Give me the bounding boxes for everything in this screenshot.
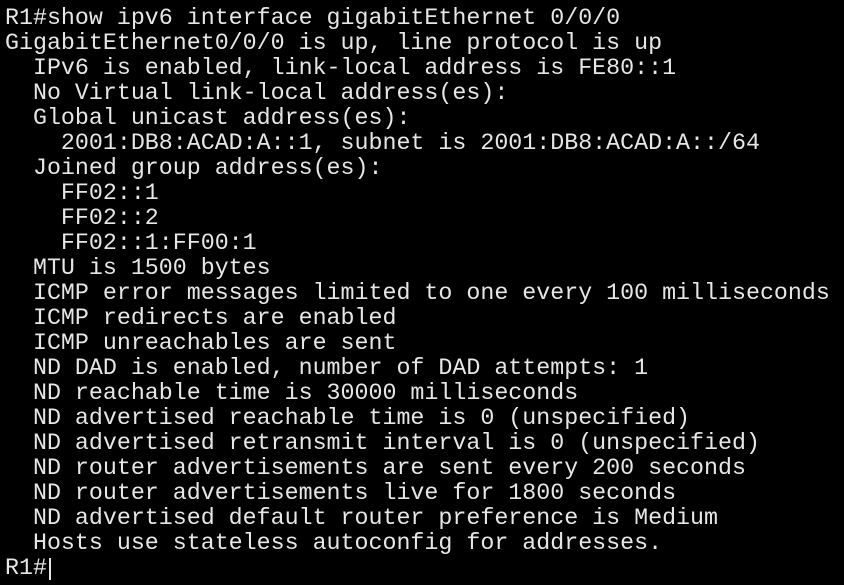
terminal-line-nd-retransmit: ND advertised retransmit interval is 0 (…	[5, 430, 760, 456]
terminal-line-mtu: MTU is 1500 bytes	[5, 255, 271, 281]
terminal-line-ipv6-enabled: IPv6 is enabled, link-local address is F…	[5, 55, 677, 81]
terminal-window[interactable]: R1#show ipv6 interface gigabitEthernet 0…	[0, 0, 844, 585]
terminal-line-hosts-autoconfig: Hosts use stateless autoconfig for addre…	[5, 530, 663, 556]
terminal-line-group-address: FF02::1	[5, 180, 159, 206]
terminal-line-global-unicast-address: 2001:DB8:ACAD:A::1, subnet is 2001:DB8:A…	[5, 130, 760, 156]
terminal-line-nd-reachable-time: ND reachable time is 30000 milliseconds	[5, 380, 579, 406]
terminal-line-icmp-unreachables: ICMP unreachables are sent	[5, 330, 397, 356]
terminal-prompt: R1#	[5, 555, 47, 581]
terminal-line-joined-group-header: Joined group address(es):	[5, 155, 383, 181]
terminal-line-command: R1#show ipv6 interface gigabitEthernet 0…	[5, 5, 621, 31]
terminal-line-nd-advertised-reachable: ND advertised reachable time is 0 (unspe…	[5, 405, 691, 431]
terminal-prompt-line[interactable]: R1#	[5, 556, 844, 581]
text-cursor	[48, 557, 51, 580]
terminal-line-nd-ra-interval: ND router advertisements are sent every …	[5, 455, 746, 481]
terminal-line-nd-dad: ND DAD is enabled, number of DAD attempt…	[5, 355, 649, 381]
terminal-line-nd-router-preference: ND advertised default router preference …	[5, 505, 719, 531]
terminal-line-group-address: FF02::1:FF00:1	[5, 230, 257, 256]
terminal-line-virtual-link-local: No Virtual link-local address(es):	[5, 80, 509, 106]
terminal-line-icmp-error: ICMP error messages limited to one every…	[5, 280, 830, 306]
terminal-line-global-unicast-header: Global unicast address(es):	[5, 105, 411, 131]
terminal-line-nd-ra-lifetime: ND router advertisements live for 1800 s…	[5, 480, 677, 506]
terminal-line-icmp-redirects: ICMP redirects are enabled	[5, 305, 397, 331]
terminal-line-group-address: FF02::2	[5, 205, 159, 231]
terminal-line-interface-status: GigabitEthernet0/0/0 is up, line protoco…	[5, 30, 663, 56]
